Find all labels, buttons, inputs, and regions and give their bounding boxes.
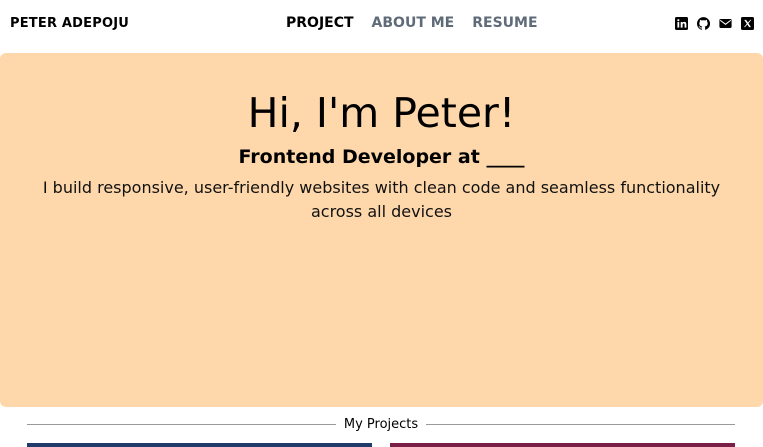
github-icon[interactable] — [697, 17, 710, 30]
nav-link-resume[interactable]: RESUME — [472, 15, 537, 31]
x-twitter-icon[interactable] — [741, 17, 754, 30]
main-nav: PROJECT ABOUT ME RESUME — [286, 15, 538, 31]
hero-description: I build responsive, user-friendly websit… — [42, 178, 721, 221]
linkedin-icon[interactable] — [675, 17, 688, 30]
hero-title: Hi, I'm Peter! — [247, 89, 516, 137]
project-card-2-preview[interactable] — [390, 443, 735, 447]
envelope-icon[interactable] — [719, 17, 732, 30]
projects-heading-label: My Projects — [343, 417, 419, 432]
projects-section-heading: My Projects — [27, 417, 736, 432]
top-navbar: PETER ADEPOJU PROJECT ABOUT ME RESUME — [0, 0, 763, 52]
project-card-1-preview[interactable] — [27, 443, 372, 447]
social-links — [675, 17, 754, 30]
divider-left — [27, 424, 336, 425]
nav-link-about-me[interactable]: ABOUT ME — [372, 15, 455, 31]
site-brand[interactable]: PETER ADEPOJU — [10, 16, 129, 31]
nav-link-project[interactable]: PROJECT — [286, 15, 354, 31]
hero-subtitle: Frontend Developer at ____ — [238, 146, 525, 168]
hero-section: Hi, I'm Peter! Frontend Developer at ___… — [0, 53, 763, 407]
divider-right — [426, 424, 736, 425]
